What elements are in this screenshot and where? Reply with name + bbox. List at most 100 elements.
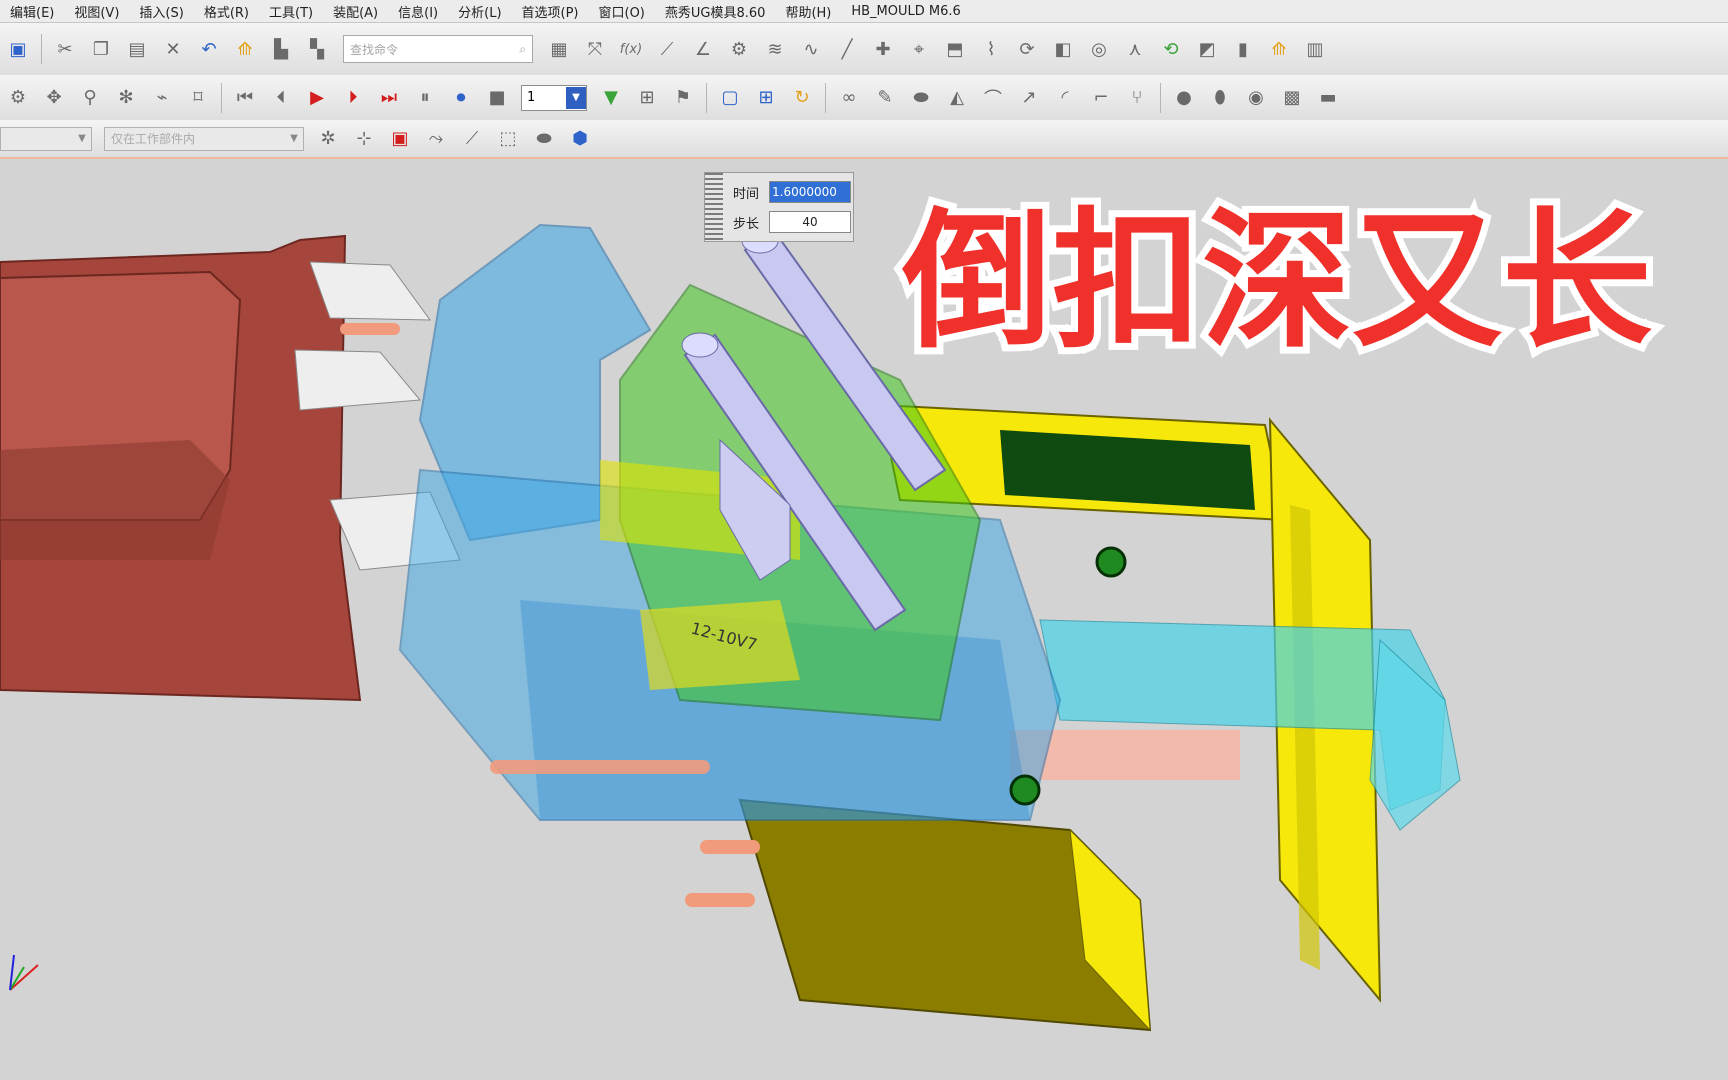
circle-icon[interactable]: ◉ bbox=[1243, 85, 1269, 111]
record-icon[interactable]: ⏺ bbox=[448, 85, 474, 111]
block-icon[interactable]: ▩ bbox=[1279, 85, 1305, 111]
copy-icon[interactable]: ❐ bbox=[88, 36, 114, 62]
surface-icon[interactable]: ◭ bbox=[944, 85, 970, 111]
face-rule-icon[interactable]: ⟋ bbox=[459, 126, 485, 152]
menu-analysis[interactable]: 分析(L) bbox=[448, 2, 511, 21]
animation-time-dialog: 时间 1.6000000 步长 40 bbox=[704, 172, 854, 242]
pause-icon[interactable]: ⏸ bbox=[412, 85, 438, 111]
corner-icon[interactable]: ⌐ bbox=[1088, 85, 1114, 111]
wcs-icon[interactable]: ◎ bbox=[1086, 36, 1112, 62]
measure-distance-icon[interactable]: ⟋ bbox=[654, 36, 680, 62]
menu-info[interactable]: 信息(I) bbox=[388, 2, 448, 21]
type-filter-select[interactable]: ▼ bbox=[0, 126, 92, 151]
menu-bar: 编辑(E) 视图(V) 插入(S) 格式(R) 工具(T) 装配(A) 信息(I… bbox=[0, 0, 1728, 23]
gear-icon[interactable]: ⚙ bbox=[5, 85, 31, 111]
trim-icon[interactable]: ⋏ bbox=[1122, 36, 1148, 62]
datum-icon[interactable]: ⌖ bbox=[906, 36, 932, 62]
box-select-icon[interactable]: ⬚ bbox=[495, 126, 521, 152]
menu-yanxiu-mold[interactable]: 燕秀UG模具8.60 bbox=[655, 2, 776, 21]
mold-wizard-icon[interactable]: ⟰ bbox=[1266, 36, 1292, 62]
stop-icon[interactable]: ■ bbox=[484, 85, 510, 111]
expression-icon[interactable]: f(x) bbox=[618, 36, 644, 62]
sheet-icon[interactable]: ▮ bbox=[1230, 36, 1256, 62]
curve-icon[interactable]: ∿ bbox=[798, 36, 824, 62]
menu-view[interactable]: 视图(V) bbox=[64, 2, 129, 21]
shaded-icon[interactable]: ⬬ bbox=[531, 126, 557, 152]
view-frame-icon[interactable]: ▢ bbox=[717, 85, 743, 111]
cube-icon[interactable]: ⬢ bbox=[567, 126, 593, 152]
step-back-icon[interactable]: ⏴ bbox=[268, 85, 294, 111]
more-tools-icon[interactable]: ▥ bbox=[1302, 36, 1328, 62]
repeat-command-icon[interactable]: ⟰ bbox=[232, 36, 258, 62]
curve-rule-icon[interactable]: ⤳ bbox=[423, 126, 449, 152]
menu-format[interactable]: 格式(R) bbox=[194, 2, 259, 21]
rewind-icon[interactable]: ⏮ bbox=[232, 85, 258, 111]
play-icon[interactable]: ▶ bbox=[304, 85, 330, 111]
plate-icon[interactable]: ▬ bbox=[1315, 85, 1341, 111]
chevron-down-icon[interactable]: ▼ bbox=[73, 133, 91, 144]
sphere-icon[interactable]: ● bbox=[1171, 85, 1197, 111]
branch-icon[interactable]: ⑂ bbox=[1124, 85, 1150, 111]
menu-edit[interactable]: 编辑(E) bbox=[0, 2, 64, 21]
chevron-down-icon[interactable]: ▼ bbox=[566, 86, 586, 109]
dialog-grip[interactable] bbox=[705, 173, 723, 241]
pen-icon[interactable]: ✎ bbox=[872, 85, 898, 111]
rotate-icon[interactable]: ↻ bbox=[789, 85, 815, 111]
save-icon[interactable]: ▣ bbox=[5, 36, 31, 62]
settings-icon[interactable]: ✲ bbox=[315, 126, 341, 152]
driver-icon[interactable]: ✻ bbox=[113, 85, 139, 111]
point-icon[interactable]: ✚ bbox=[870, 36, 896, 62]
snap-point-icon[interactable]: ⊞ bbox=[634, 85, 660, 111]
chevron-down-icon[interactable]: ▼ bbox=[285, 133, 303, 144]
ellipsoid-icon[interactable]: ⬮ bbox=[1207, 85, 1233, 111]
step-input[interactable]: 40 bbox=[769, 211, 851, 233]
menu-insert[interactable]: 插入(S) bbox=[129, 2, 193, 21]
select-icon[interactable]: ▙ bbox=[268, 36, 294, 62]
measure-angle-icon[interactable]: ∠ bbox=[690, 36, 716, 62]
joint-icon[interactable]: ✥ bbox=[41, 85, 67, 111]
contact-icon[interactable]: ⌑ bbox=[185, 85, 211, 111]
graphics-window[interactable]: 12-10V7 时间 1.6000000 步长 40 倒扣深又长 bbox=[0, 159, 1728, 1080]
filter-icon[interactable]: ▚ bbox=[304, 36, 330, 62]
sketch-icon[interactable]: ⌒ bbox=[980, 85, 1006, 111]
cut-icon[interactable]: ✂ bbox=[52, 36, 78, 62]
draft-icon[interactable]: ◩ bbox=[1194, 36, 1220, 62]
box-icon[interactable]: ◧ bbox=[1050, 36, 1076, 62]
standard-toolbar: ▣ ✂ ❐ ▤ ✕ ↶ ⟰ ▙ ▚ 查找命令 ⌕ ▦ ⤧ f(x) ⟋ ∠ ⚙ … bbox=[0, 23, 1728, 76]
paste-icon[interactable]: ▤ bbox=[124, 36, 150, 62]
menu-hb-mould[interactable]: HB_MOULD M6.6 bbox=[841, 4, 970, 19]
undo-icon[interactable]: ↶ bbox=[196, 36, 222, 62]
fast-forward-icon[interactable]: ⏭ bbox=[376, 85, 402, 111]
playback-speed-select[interactable]: 1 ▼ bbox=[521, 84, 587, 111]
arrow-line-icon[interactable]: ↗ bbox=[1016, 85, 1042, 111]
move-object-icon[interactable]: ⤧ bbox=[582, 36, 608, 62]
selection-scope-select[interactable]: 仅在工作部件内 ▼ bbox=[104, 126, 304, 151]
shape-icon[interactable]: ⬬ bbox=[908, 85, 934, 111]
triangle-down-icon[interactable]: ▼ bbox=[598, 85, 624, 111]
spring-icon[interactable]: ⌁ bbox=[149, 85, 175, 111]
grid-icon[interactable]: ⊞ bbox=[753, 85, 779, 111]
select-mode-icon[interactable]: ▣ bbox=[387, 126, 413, 152]
menu-window[interactable]: 窗口(O) bbox=[589, 2, 655, 21]
wave-link-icon[interactable]: ≋ bbox=[762, 36, 788, 62]
pipe-icon[interactable]: ⌇ bbox=[978, 36, 1004, 62]
arc-icon[interactable]: ◜ bbox=[1052, 85, 1078, 111]
line-icon[interactable]: ╱ bbox=[834, 36, 860, 62]
step-forward-icon[interactable]: ⏵ bbox=[340, 85, 366, 111]
connector-icon[interactable]: ⚲ bbox=[77, 85, 103, 111]
menu-assembly[interactable]: 装配(A) bbox=[323, 2, 388, 21]
snap-icon[interactable]: ⊹ bbox=[351, 126, 377, 152]
revolve-icon[interactable]: ⟳ bbox=[1014, 36, 1040, 62]
menu-preferences[interactable]: 首选项(P) bbox=[512, 2, 589, 21]
spring-coil-icon[interactable]: ∞ bbox=[836, 85, 862, 111]
assembly-icon[interactable]: ⚙ bbox=[726, 36, 752, 62]
menu-help[interactable]: 帮助(H) bbox=[775, 2, 841, 21]
time-input[interactable]: 1.6000000 bbox=[769, 181, 851, 203]
layer-icon[interactable]: ▦ bbox=[546, 36, 572, 62]
finish-flag-icon[interactable]: ⚑ bbox=[670, 85, 696, 111]
refresh-icon[interactable]: ⟲ bbox=[1158, 36, 1184, 62]
extrude-icon[interactable]: ⬒ bbox=[942, 36, 968, 62]
delete-icon[interactable]: ✕ bbox=[160, 36, 186, 62]
command-search-input[interactable]: 查找命令 ⌕ bbox=[343, 35, 533, 63]
menu-tools[interactable]: 工具(T) bbox=[259, 2, 323, 21]
